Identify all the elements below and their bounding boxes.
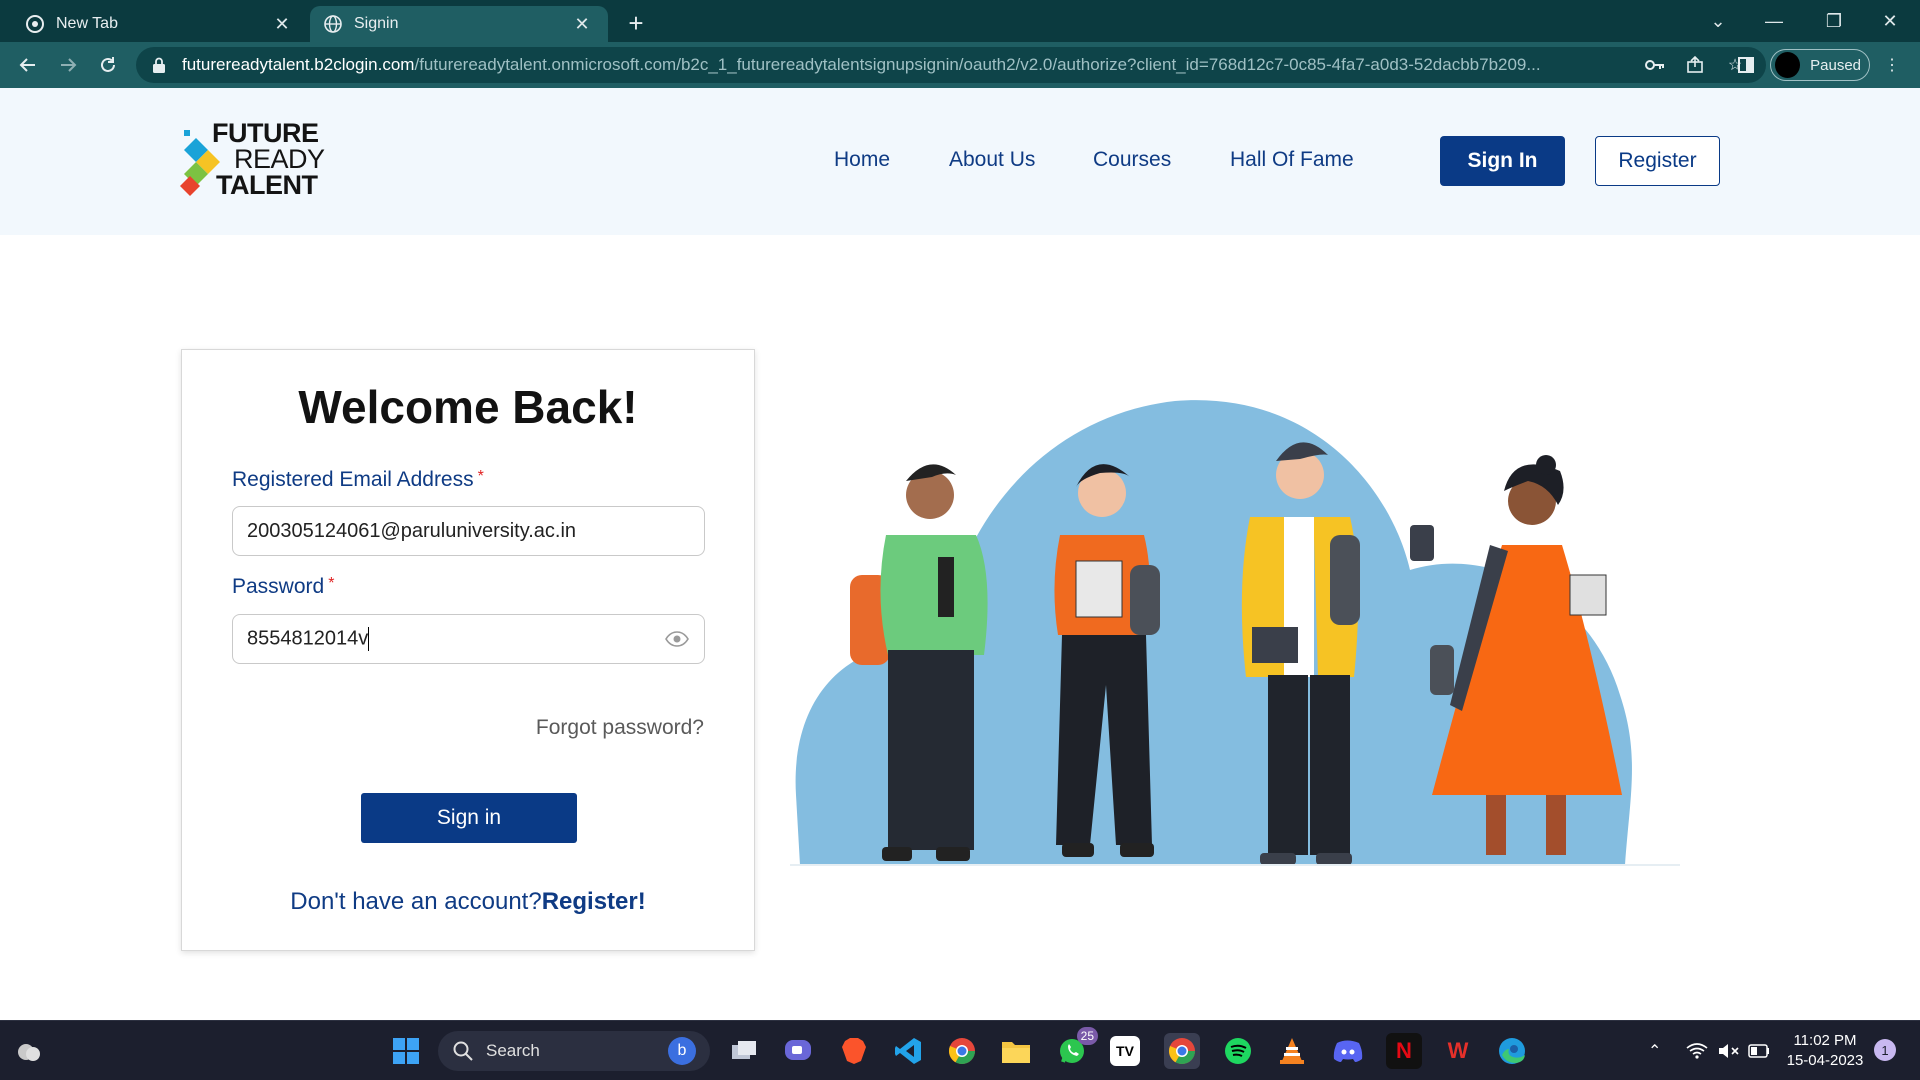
tradingview-icon[interactable]: TV	[1110, 1036, 1140, 1066]
page-title: Welcome Back!	[298, 381, 638, 433]
taskbar-search[interactable]: Search b	[438, 1031, 710, 1071]
tab-search-icon[interactable]: ⌄	[1690, 0, 1746, 42]
login-card: Welcome Back! Registered Email Address * …	[181, 349, 755, 951]
back-icon[interactable]	[12, 49, 44, 81]
edge-icon[interactable]	[1494, 1033, 1530, 1069]
side-panel-icon[interactable]	[1730, 49, 1762, 81]
brave-browser-icon[interactable]	[836, 1033, 872, 1069]
browser-toolbar: futurereadytalent.b2clogin.com/futurerea…	[0, 42, 1920, 88]
task-view-icon[interactable]	[726, 1033, 762, 1069]
whatsapp-unread-badge: 25	[1076, 1027, 1098, 1045]
nav-courses[interactable]: Courses	[1093, 148, 1171, 172]
logo-text-future: FUTURE	[212, 118, 319, 148]
netflix-icon[interactable]: N	[1386, 1033, 1422, 1069]
text-caret	[368, 627, 370, 651]
notification-badge[interactable]: 1	[1874, 1039, 1896, 1061]
bing-icon[interactable]: b	[668, 1037, 696, 1065]
nav-hall-of-fame[interactable]: Hall Of Fame	[1230, 148, 1354, 172]
weather-icon[interactable]	[10, 1033, 46, 1069]
student-figure-4	[1410, 455, 1622, 855]
teams-chat-icon[interactable]	[780, 1033, 816, 1069]
whatsapp-icon[interactable]: 25	[1054, 1027, 1098, 1069]
forward-icon[interactable]	[52, 49, 84, 81]
students-illustration	[790, 400, 1680, 866]
no-account-text: Don't have an account?	[290, 888, 542, 915]
discord-icon[interactable]	[1330, 1033, 1366, 1069]
tab-title: New Tab	[56, 15, 118, 32]
menu-kebab-icon[interactable]: ⋮	[1876, 49, 1908, 81]
header-sign-in-button[interactable]: Sign In	[1440, 136, 1565, 186]
email-label: Registered Email Address *	[232, 468, 484, 491]
vscode-icon[interactable]	[890, 1033, 926, 1069]
profile-button[interactable]: Paused	[1770, 49, 1870, 81]
profile-status: Paused	[1810, 56, 1861, 74]
restore-icon[interactable]: ❐	[1806, 0, 1862, 42]
file-explorer-icon[interactable]	[998, 1033, 1034, 1069]
clock-date: 15-04-2023	[1786, 1052, 1864, 1069]
nav-about-us[interactable]: About Us	[949, 148, 1035, 172]
volume-muted-icon[interactable]	[1718, 1021, 1740, 1080]
chrome-active-icon[interactable]	[1164, 1033, 1200, 1069]
header-register-button[interactable]: Register	[1595, 136, 1720, 186]
system-clock[interactable]: 11:02 PM 15-04-2023	[1780, 1031, 1870, 1071]
browser-tabstrip: New Tab ✕ Signin ✕ + ⌄ — ❐ ✕	[0, 0, 1920, 42]
spotify-icon[interactable]	[1220, 1033, 1256, 1069]
avatar	[1775, 52, 1801, 78]
chrome-icon	[26, 15, 44, 33]
required-marker: *	[328, 575, 335, 592]
email-field[interactable]: 200305124061@paruluniversity.ac.in	[232, 506, 705, 556]
show-password-eye-icon[interactable]	[664, 629, 690, 649]
tab-title: Signin	[354, 15, 399, 32]
tab-new-tab[interactable]: New Tab ✕	[12, 6, 308, 42]
address-bar[interactable]: futurereadytalent.b2clogin.com/futurerea…	[136, 47, 1766, 83]
clock-time: 11:02 PM	[1793, 1032, 1857, 1049]
globe-icon	[324, 15, 342, 33]
wps-office-icon[interactable]: W	[1440, 1033, 1476, 1069]
windows-taskbar: Search b 25 TV N W ⌃ 11:02 PM 15-04-2023…	[0, 1020, 1920, 1080]
future-ready-talent-logo[interactable]: FUTURE READY TALENT	[180, 120, 330, 202]
register-prompt: Don't have an account?Register!	[182, 888, 754, 916]
new-tab-button[interactable]: +	[620, 8, 652, 40]
required-marker: *	[477, 468, 484, 485]
url-text: futurereadytalent.b2clogin.com/futurerea…	[182, 55, 1541, 74]
reload-icon[interactable]	[92, 49, 124, 81]
battery-icon[interactable]	[1748, 1021, 1770, 1080]
tab-signin[interactable]: Signin ✕	[310, 6, 608, 42]
search-placeholder: Search	[486, 1041, 540, 1060]
nav-home[interactable]: Home	[834, 148, 890, 172]
vlc-icon[interactable]	[1274, 1033, 1310, 1069]
password-field[interactable]: 8554812014v	[232, 614, 705, 664]
password-label: Password *	[232, 575, 335, 598]
sign-in-submit-button[interactable]: Sign in	[361, 793, 577, 843]
chrome-icon[interactable]	[944, 1033, 980, 1069]
close-icon[interactable]: ✕	[570, 12, 594, 36]
lock-icon	[152, 57, 166, 73]
register-link[interactable]: Register!	[542, 888, 646, 915]
share-icon[interactable]	[1680, 50, 1710, 80]
logo-text-talent: TALENT	[216, 170, 318, 200]
logo-text-ready: READY	[234, 144, 325, 174]
minimize-icon[interactable]: —	[1746, 0, 1802, 42]
close-icon[interactable]: ✕	[270, 12, 294, 36]
window-close-icon[interactable]: ✕	[1862, 0, 1918, 42]
site-header: FUTURE READY TALENT Home About Us Course…	[0, 88, 1920, 235]
windows-start-icon[interactable]	[388, 1033, 424, 1069]
password-value: 8554812014v	[247, 627, 370, 651]
forgot-password-link[interactable]: Forgot password?	[536, 716, 704, 740]
show-hidden-icons[interactable]: ⌃	[1648, 1021, 1661, 1080]
search-icon	[453, 1041, 473, 1061]
email-value: 200305124061@paruluniversity.ac.in	[247, 519, 577, 542]
wifi-icon[interactable]	[1686, 1021, 1708, 1080]
key-icon[interactable]	[1640, 50, 1670, 80]
